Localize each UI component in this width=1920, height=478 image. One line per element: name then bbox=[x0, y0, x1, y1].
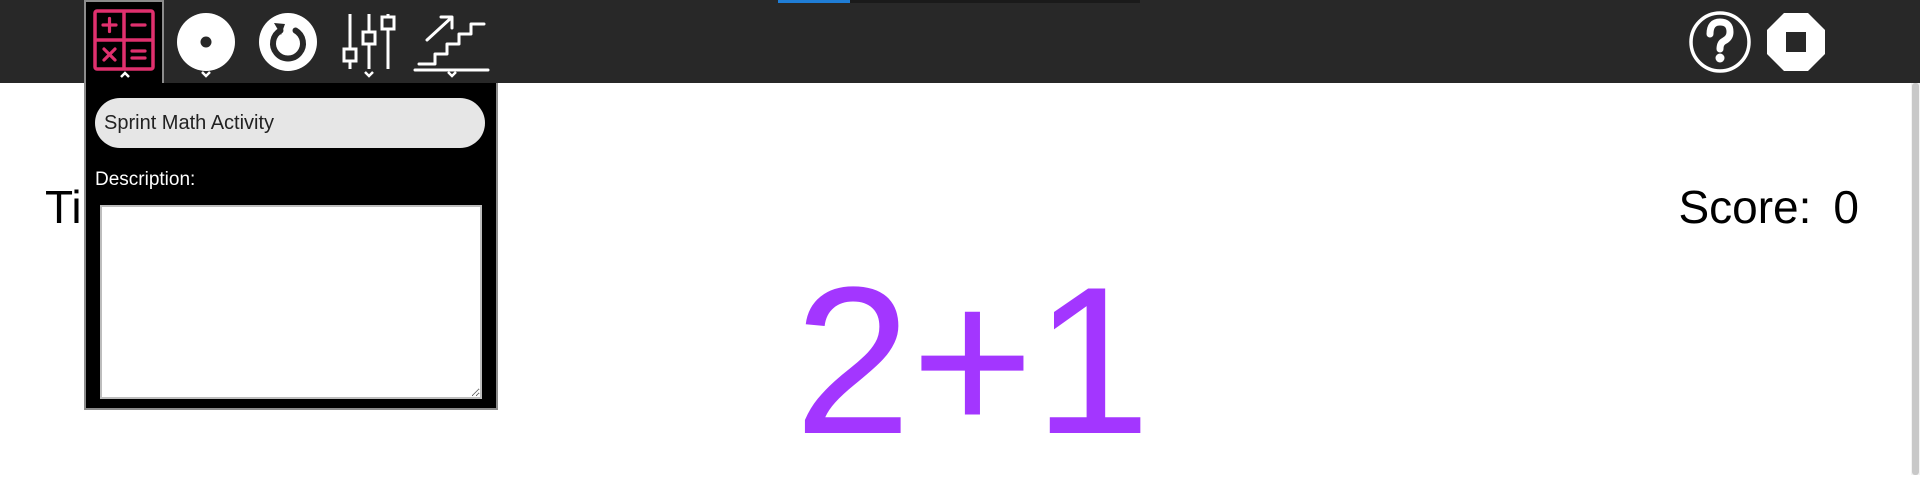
vertical-scrollbar[interactable] bbox=[1911, 83, 1920, 475]
chevron-up-icon bbox=[120, 71, 130, 78]
chevron-down-icon bbox=[447, 71, 457, 78]
sliders-icon bbox=[342, 14, 396, 78]
stairs-icon bbox=[413, 15, 490, 78]
score-value: 0 bbox=[1833, 181, 1859, 233]
play-button[interactable] bbox=[165, 0, 247, 83]
score-label: Score: bbox=[1678, 181, 1812, 233]
restart-icon bbox=[259, 13, 317, 71]
activity-title-input[interactable] bbox=[95, 98, 485, 148]
score-display: Score: 0 bbox=[1678, 180, 1859, 234]
math-problem: 2+1 bbox=[794, 243, 1151, 478]
chevron-down-icon bbox=[364, 71, 374, 78]
toolbar bbox=[0, 0, 1920, 86]
scrollbar-thumb[interactable] bbox=[1912, 83, 1919, 475]
level-button[interactable] bbox=[411, 0, 493, 83]
help-icon bbox=[1689, 11, 1751, 73]
settings-button[interactable] bbox=[329, 0, 411, 83]
timer-label: Ti bbox=[45, 181, 82, 233]
calculator-icon bbox=[93, 9, 155, 78]
chevron-down-icon bbox=[201, 71, 211, 78]
description-label: Description: bbox=[95, 169, 196, 190]
stop-icon bbox=[1767, 13, 1825, 71]
activity-button[interactable] bbox=[84, 0, 164, 86]
progress-bar bbox=[778, 0, 1140, 3]
restart-button[interactable] bbox=[247, 0, 329, 83]
dot-circle-icon bbox=[177, 13, 235, 78]
stop-button[interactable] bbox=[1755, 0, 1837, 83]
help-button[interactable] bbox=[1679, 0, 1761, 83]
progress-bar-fill bbox=[778, 0, 851, 3]
